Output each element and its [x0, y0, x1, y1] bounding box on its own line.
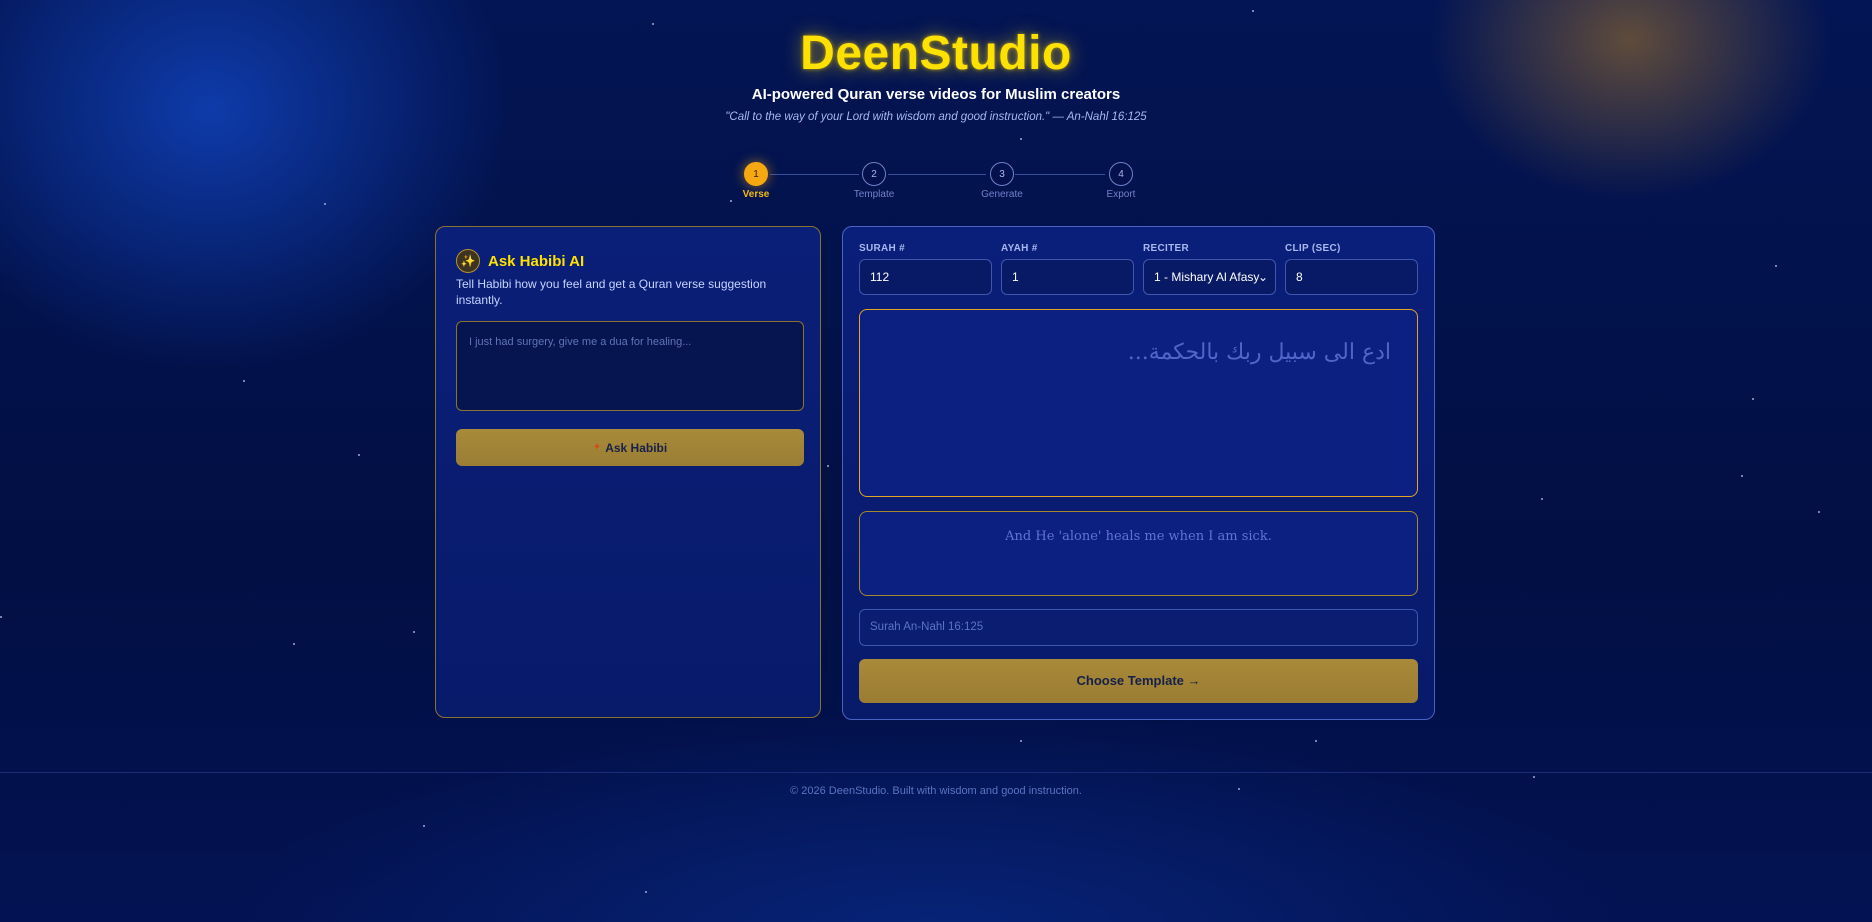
translation-input[interactable]: And He 'alone' heals me when I am sick. — [859, 511, 1418, 596]
star — [1752, 398, 1754, 400]
step-template[interactable]: 2 Template — [844, 162, 904, 200]
star — [1541, 498, 1543, 500]
star — [413, 631, 415, 633]
ayah-input[interactable]: 1 — [1001, 259, 1134, 295]
fire-icon: ✦ — [592, 442, 602, 453]
clip-label: CLIP (SEC) — [1285, 243, 1341, 254]
arabic-placeholder: ادع الى سبيل ربك بالحكمة... — [1127, 340, 1391, 365]
habibi-header: ✨ Ask Habibi AI — [456, 249, 584, 273]
app-title: DeenStudio — [800, 27, 1072, 80]
clip-seconds-input[interactable]: 8 — [1285, 259, 1418, 295]
step-export[interactable]: 4 Export — [1091, 162, 1151, 200]
step-label: Generate — [981, 189, 1023, 200]
star — [1315, 740, 1317, 742]
sparkles-icon: ✨ — [456, 249, 480, 273]
ayah-label: AYAH # — [1001, 243, 1038, 254]
habibi-prompt-input[interactable]: I just had surgery, give me a dua for he… — [456, 321, 804, 411]
habibi-panel: ✨ Ask Habibi AI Tell Habibi how you feel… — [435, 226, 821, 718]
habibi-title: Ask Habibi AI — [488, 252, 585, 270]
step-generate[interactable]: 3 Generate — [972, 162, 1032, 200]
ask-habibi-button[interactable]: ✦ Ask Habibi — [456, 429, 804, 466]
step-label: Verse — [742, 189, 770, 200]
star — [1533, 776, 1535, 778]
reciter-select[interactable]: 1 - Mishary Al Afasy ⌄ — [1143, 259, 1276, 295]
translation-placeholder: And He 'alone' heals me when I am sick. — [1005, 529, 1272, 544]
star — [652, 23, 654, 25]
star — [730, 200, 732, 202]
reference-input[interactable]: Surah An-Nahl 16:125 — [859, 609, 1418, 646]
star — [423, 825, 425, 827]
star — [1741, 475, 1743, 477]
star — [1818, 511, 1820, 513]
step-label: Template — [853, 189, 895, 200]
step-number: 4 — [1109, 162, 1133, 186]
footer-text: © 2026 DeenStudio. Built with wisdom and… — [790, 785, 1082, 797]
star — [827, 465, 829, 467]
star — [1020, 138, 1022, 140]
reciter-value: 1 - Mishary Al Afasy — [1154, 270, 1260, 284]
step-number: 2 — [862, 162, 886, 186]
star — [1775, 265, 1777, 267]
reciter-label: RECITER — [1143, 243, 1189, 254]
app-subtitle: AI-powered Quran verse videos for Muslim… — [751, 86, 1121, 103]
star — [1020, 740, 1022, 742]
progress-stepper: 1 Verse 2 Template 3 Generate 4 Export — [740, 162, 1135, 206]
star — [645, 891, 647, 893]
verse-panel: SURAH # 112 AYAH # 1 RECITER 1 - Mishary… — [842, 226, 1435, 720]
ask-habibi-label: Ask Habibi — [605, 440, 668, 455]
habibi-description: Tell Habibi how you feel and get a Quran… — [456, 277, 767, 307]
star — [324, 203, 326, 205]
footer-divider — [0, 772, 1872, 773]
choose-template-button[interactable]: Choose Template → — [859, 659, 1418, 703]
surah-label: SURAH # — [859, 243, 905, 254]
step-label: Export — [1106, 189, 1136, 200]
star — [243, 380, 245, 382]
star — [293, 643, 295, 645]
step-verse[interactable]: 1 Verse — [726, 162, 786, 200]
header-quote: "Call to the way of your Lord with wisdo… — [725, 111, 1147, 123]
star — [0, 616, 2, 618]
chevron-down-icon: ⌄ — [1257, 270, 1268, 284]
surah-input[interactable]: 112 — [859, 259, 992, 295]
step-number: 1 — [744, 162, 768, 186]
step-number: 3 — [990, 162, 1014, 186]
arabic-text-input[interactable]: ادع الى سبيل ربك بالحكمة... — [859, 309, 1418, 497]
star — [358, 454, 360, 456]
star — [1252, 10, 1254, 12]
